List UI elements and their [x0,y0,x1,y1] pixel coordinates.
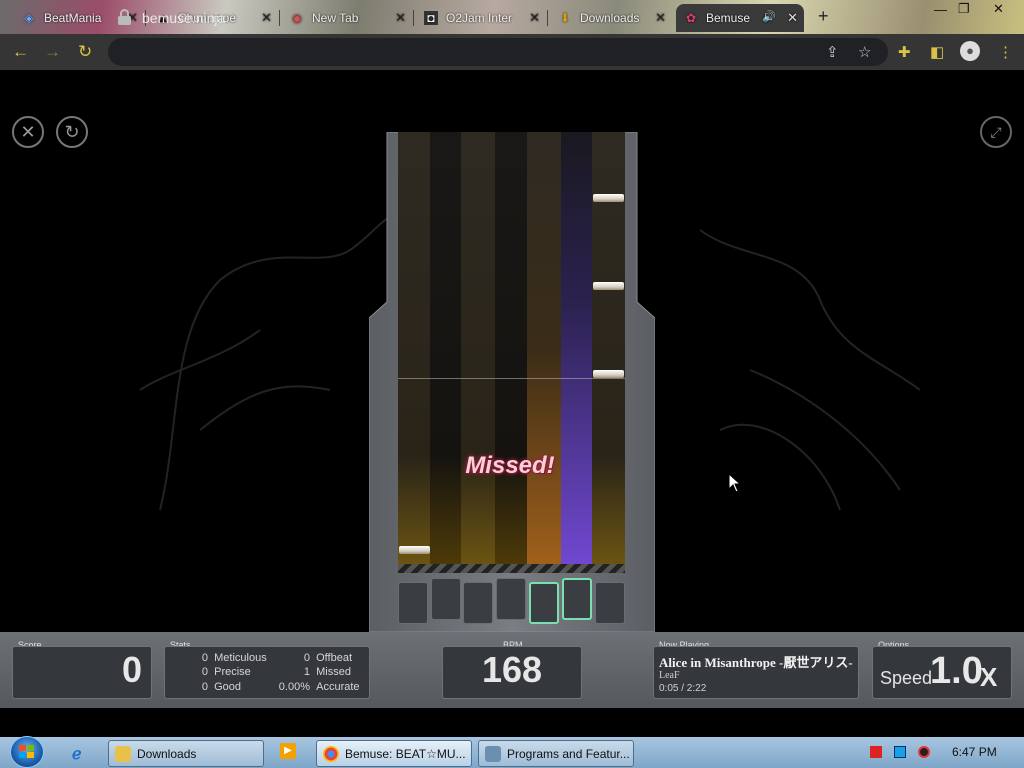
stat-meticulous: 0 Meticulous [201,652,267,664]
back-arrow-icon[interactable]: ← [12,42,29,62]
lane-3 [461,132,495,564]
stat-precise: 0 Precise [201,666,251,678]
stat-accuracy: 0.00% Accurate [278,681,360,693]
speed-label: Speed [880,668,933,688]
reload-icon[interactable]: ↻ [78,42,92,62]
close-icon[interactable]: ✕ [529,10,540,26]
tab-o2jam[interactable]: ◘ O2Jam Inter ✕ [416,4,546,32]
note [593,282,624,290]
close-circle-icon: ✕ [20,122,36,142]
lane-6 [561,132,592,564]
note [593,370,624,378]
score-value: 0 [121,649,142,690]
profile-avatar-icon[interactable]: ● [960,41,980,61]
note [593,194,624,202]
tab-new-tab[interactable]: ◉ New Tab ✕ [282,4,412,32]
tab-label: New Tab [312,11,359,25]
stat-good: 0 Good [201,681,242,693]
beatmania-icon: ◈ [24,11,34,25]
lock-icon-body [118,16,131,25]
taskbar-button-programs[interactable]: Programs and Featur... [478,740,634,767]
network-tray-icon[interactable] [894,746,906,758]
note-lanes [398,132,625,564]
windows-logo-icon [19,745,34,758]
close-icon[interactable]: ✕ [787,10,798,26]
restart-circle-icon: ↻ [64,122,80,142]
media-player-icon[interactable]: ▶ [280,743,296,759]
lane-1 [398,132,430,564]
extensions-icon[interactable]: ✚ [898,43,911,61]
close-icon[interactable]: ✕ [395,10,406,26]
lane-2 [430,132,461,564]
speaker-icon[interactable]: 🔊 [762,10,776,23]
taskbar-button-downloads[interactable]: Downloads [108,740,264,767]
address-bar[interactable] [108,38,888,66]
browser-toolbar: ← → ↻ ⇪ ☆ ✚ ◧ ● ⋮ [0,34,1024,70]
taskbar-button-label: Bemuse: BEAT☆MU... [345,746,466,761]
maximize-icon[interactable]: ❐ [958,1,970,17]
taskbar-button-bemuse[interactable]: Bemuse: BEAT☆MU... [316,740,472,767]
tab-downloads[interactable]: ⬇ Downloads ✕ [550,4,672,32]
song-time: 0:05 / 2:22 [659,683,707,694]
chrome-icon [323,745,339,762]
stat-offbeat: 0 Offbeat [303,652,353,664]
close-icon[interactable]: ✕ [655,10,666,26]
bemuse-icon: ✿ [685,11,697,25]
lane-4 [495,132,527,564]
lane-key-5 [529,582,559,624]
tab-label: Bemuse [706,11,751,25]
side-panel-icon[interactable]: ◧ [930,43,944,61]
lane-key-2 [431,578,461,620]
fullscreen-button[interactable]: ⤢ [980,116,1012,148]
control-panel-icon [485,745,501,762]
internet-explorer-icon[interactable]: ℯ [72,744,81,764]
minimize-icon[interactable]: — [934,2,947,17]
speed-value: 1.0 [930,650,983,692]
window-close-icon[interactable]: ✕ [993,1,1004,17]
lane-key-7 [595,582,625,624]
speed-suffix: X [980,662,998,692]
song-artist: LeaF [659,670,680,681]
tab-label: Downloads [580,11,640,25]
judgement-line [398,378,625,379]
new-tab-icon[interactable]: + [818,6,829,27]
taskbar-button-label: Programs and Featur... [507,746,630,761]
exit-button[interactable]: ✕ [12,116,44,148]
tab-bemuse[interactable]: ✿ Bemuse 🔊 ✕ [676,4,804,32]
song-title: Alice in Misanthrope -厭世アリス- [659,655,853,670]
lane-5 [527,132,561,564]
fullscreen-icon: ⤢ [990,124,1002,140]
close-icon[interactable]: ✕ [261,10,272,26]
o2jam-icon: ◘ [424,11,438,25]
download-icon: ⬇ [559,11,571,25]
lane-key-1 [398,582,428,624]
lane-key-4 [496,578,526,620]
tab-label: BeatMania [44,11,102,25]
judgement-text: Missed! [465,452,555,479]
bpm-value: 168 [481,649,543,690]
note [399,546,430,554]
mouse-cursor-icon [728,473,742,493]
lane-key-3 [463,582,493,624]
bookmark-star-icon[interactable]: ☆ [858,43,871,61]
folder-icon [115,745,131,762]
tab-separator [547,10,548,26]
restart-button[interactable]: ↻ [56,116,88,148]
tab-separator [413,10,414,26]
tab-separator [279,10,280,26]
tab-label: O2Jam Inter [446,11,513,25]
stat-missed: 1 Missed [303,666,351,678]
share-icon[interactable]: ⇪ [826,43,839,61]
chrome-icon: ◉ [291,11,303,25]
forward-arrow-icon[interactable]: → [44,42,61,62]
url-text[interactable]: bemuse.ninja [142,10,225,26]
taskbar-button-label: Downloads [137,746,197,761]
flag-tray-icon[interactable] [870,746,882,758]
lane-key-6 [562,578,592,620]
hit-zone-stripe [398,564,625,573]
menu-kebab-icon[interactable]: ⋮ [998,43,1013,61]
taskbar-clock[interactable]: 6:47 PM [952,745,997,759]
app-tray-icon[interactable] [918,746,930,758]
